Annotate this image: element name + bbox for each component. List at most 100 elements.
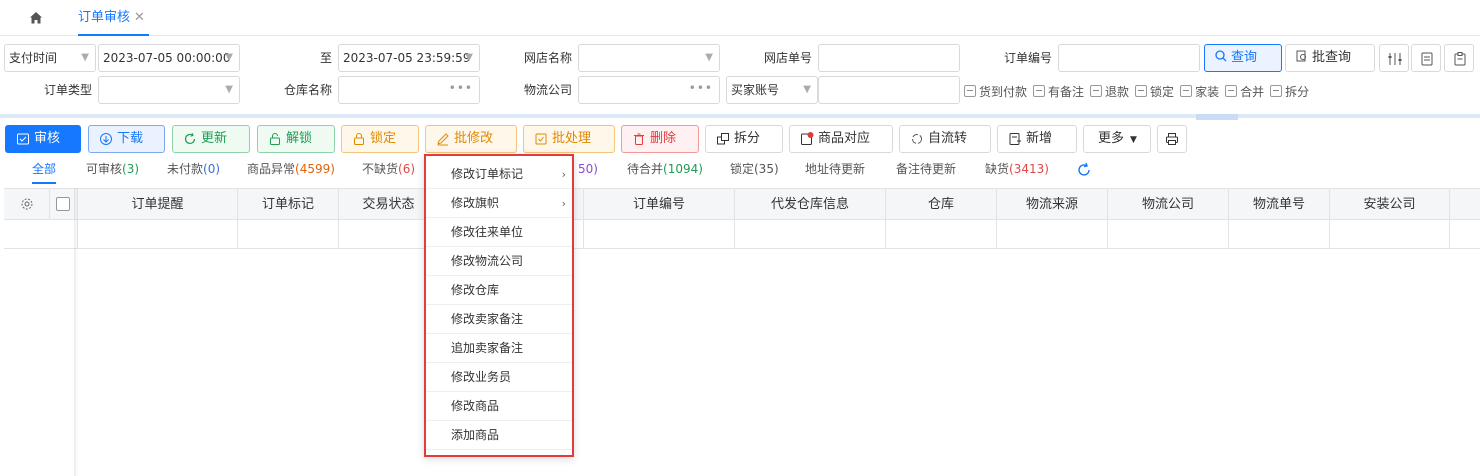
shop-order-input[interactable] — [818, 44, 960, 72]
menu-item-label: 修改业务员 — [451, 370, 512, 384]
save-scheme-button[interactable] — [1411, 44, 1441, 72]
menu-item[interactable]: 修改订单标记 › — [426, 160, 572, 189]
menu-item[interactable]: 修改商品 — [426, 392, 572, 421]
clear-scheme-button[interactable] — [1444, 44, 1474, 72]
checkbox-merge[interactable]: 合并 — [1225, 82, 1264, 100]
menu-item[interactable]: 添加商品 — [426, 421, 572, 450]
column-header[interactable]: 订单提醒 — [78, 189, 238, 220]
tab-to-merge-count: (1094) — [663, 162, 703, 176]
column-header[interactable]: 仓库 — [886, 189, 997, 220]
tab-partial[interactable]: 50) — [578, 156, 598, 184]
checkbox-box[interactable] — [964, 85, 976, 97]
print-button[interactable] — [1157, 125, 1187, 153]
batch-modify-menu: 修改订单标记 › 修改旗帜 › 修改往来单位 修改物流公司修改仓库修改卖家备注 追加卖家备注… — [424, 154, 574, 457]
tab-order-audit[interactable]: 订单审核 ✕ — [78, 0, 149, 36]
order-no-input[interactable] — [1058, 44, 1200, 72]
tab-remark-update[interactable]: 备注待更新 — [896, 156, 956, 184]
buyer-account-select[interactable]: 买家账号 ▼ — [726, 76, 818, 104]
printer-icon — [1166, 133, 1178, 145]
audit-button[interactable]: 审核 — [5, 125, 81, 153]
warehouse-input[interactable]: ••• — [338, 76, 480, 104]
product-match-button[interactable]: 商品对应 — [789, 125, 893, 153]
checkbox-cod[interactable]: 货到付款 — [964, 82, 1027, 100]
column-header[interactable]: 物流来源 — [997, 189, 1108, 220]
tab-abnormal[interactable]: 商品异常(4599) — [247, 156, 335, 184]
checkbox-box[interactable] — [1033, 85, 1046, 97]
self-transfer-button[interactable]: 自流转 — [899, 125, 991, 153]
column-header[interactable]: 订单编号 — [584, 189, 735, 220]
menu-item[interactable]: 修改往来单位 — [426, 218, 572, 247]
buyer-account-input[interactable] — [818, 76, 960, 104]
checkbox-refund[interactable]: 退款 — [1090, 82, 1129, 100]
home-icon[interactable] — [28, 10, 44, 26]
table-row[interactable] — [4, 220, 1480, 249]
shop-name-select[interactable]: ▼ — [578, 44, 720, 72]
checkbox-split[interactable]: 拆分 — [1270, 82, 1309, 100]
select-all-checkbox[interactable] — [56, 197, 70, 211]
tab-locked[interactable]: 锁定(35) — [730, 156, 779, 184]
search-icon — [1215, 50, 1227, 62]
gear-icon[interactable] — [20, 197, 34, 211]
checkbox-box[interactable] — [1270, 85, 1283, 97]
tab-address-update[interactable]: 地址待更新 — [805, 156, 865, 184]
settings-column[interactable] — [4, 189, 50, 220]
checkbox-box[interactable] — [1225, 85, 1238, 97]
tab-unpaid[interactable]: 未付款(0) — [167, 156, 220, 184]
more-button[interactable]: 更多 ▼ — [1083, 125, 1151, 153]
menu-item[interactable]: 修改仓库 — [426, 276, 572, 305]
document-icon — [1421, 52, 1433, 66]
columns-icon — [1388, 53, 1402, 65]
checkbox-box[interactable] — [1180, 85, 1193, 97]
tab-all[interactable]: 全部 — [32, 156, 57, 184]
menu-item[interactable]: 修改物流公司 — [426, 247, 572, 276]
tab-not-short[interactable]: 不缺货(6) — [362, 156, 415, 184]
batch-search-icon — [1296, 50, 1306, 62]
add-button[interactable]: 新增 — [997, 125, 1077, 153]
table-cell — [78, 220, 238, 249]
menu-item[interactable]: 修改旗帜 › — [426, 189, 572, 218]
checkbox-has-remark[interactable]: 有备注 — [1033, 82, 1084, 100]
download-button[interactable]: 下载 — [88, 125, 165, 153]
order-no-label: 订单编号 — [1003, 51, 1052, 65]
checkbox-home-install[interactable]: 家装 — [1180, 82, 1219, 100]
clipboard-icon — [1454, 52, 1466, 66]
batch-modify-button[interactable]: 批修改 — [425, 125, 517, 153]
start-time-input[interactable]: 2023-07-05 00:00:00 ▼ — [98, 44, 240, 72]
column-header[interactable]: 安装公司 — [1330, 189, 1450, 220]
pay-time-select[interactable]: 支付时间 ▼ — [4, 44, 96, 72]
menu-item-label: 修改仓库 — [451, 283, 500, 297]
tab-partial-count: 50) — [578, 162, 598, 176]
menu-item[interactable]: 修改卖家备注 — [426, 305, 572, 334]
column-header[interactable]: 物流单号 — [1229, 189, 1330, 220]
checkbox-box[interactable] — [1135, 85, 1148, 97]
collapse-filters-handle[interactable] — [1196, 114, 1238, 120]
checkbox-box[interactable] — [1090, 85, 1103, 97]
column-header[interactable]: 订单标记 — [238, 189, 339, 220]
checkbox-locked[interactable]: 锁定 — [1135, 82, 1174, 100]
refresh-button[interactable]: 更新 — [172, 125, 250, 153]
order-type-select[interactable]: ▼ — [98, 76, 240, 104]
batch-process-button[interactable]: 批处理 — [523, 125, 615, 153]
tab-to-merge[interactable]: 待合并(1094) — [627, 156, 703, 184]
delete-button[interactable]: 删除 — [621, 125, 699, 153]
query-button[interactable]: 查询 — [1204, 44, 1282, 72]
status-tabs: 全部 可审核(3) 未付款(0) 商品异常(4599) 不缺货(6) 50) 待… — [0, 156, 1480, 186]
close-tab-icon[interactable]: ✕ — [134, 10, 145, 25]
column-header[interactable]: 代发仓库信息 — [735, 189, 886, 220]
reload-icon[interactable] — [1076, 162, 1092, 178]
end-time-input[interactable]: 2023-07-05 23:59:59 ▼ — [338, 44, 480, 72]
batch-query-button[interactable]: 批查询 — [1285, 44, 1375, 72]
tab-auditable[interactable]: 可审核(3) — [86, 156, 139, 184]
more-dots-icon[interactable]: ••• — [449, 75, 473, 101]
tab-short[interactable]: 缺货(3413) — [985, 156, 1049, 184]
column-header[interactable]: 物流公司 — [1108, 189, 1229, 220]
menu-item[interactable]: 修改业务员 — [426, 363, 572, 392]
menu-item[interactable]: 追加卖家备注 — [426, 334, 572, 363]
logistics-input[interactable]: ••• — [578, 76, 720, 104]
column-settings-button[interactable] — [1379, 44, 1409, 72]
split-button[interactable]: 拆分 — [705, 125, 783, 153]
audit-button-label: 审核 — [34, 131, 61, 146]
unlock-button[interactable]: 解锁 — [257, 125, 335, 153]
lock-button[interactable]: 锁定 — [341, 125, 419, 153]
more-dots-icon[interactable]: ••• — [689, 75, 713, 101]
